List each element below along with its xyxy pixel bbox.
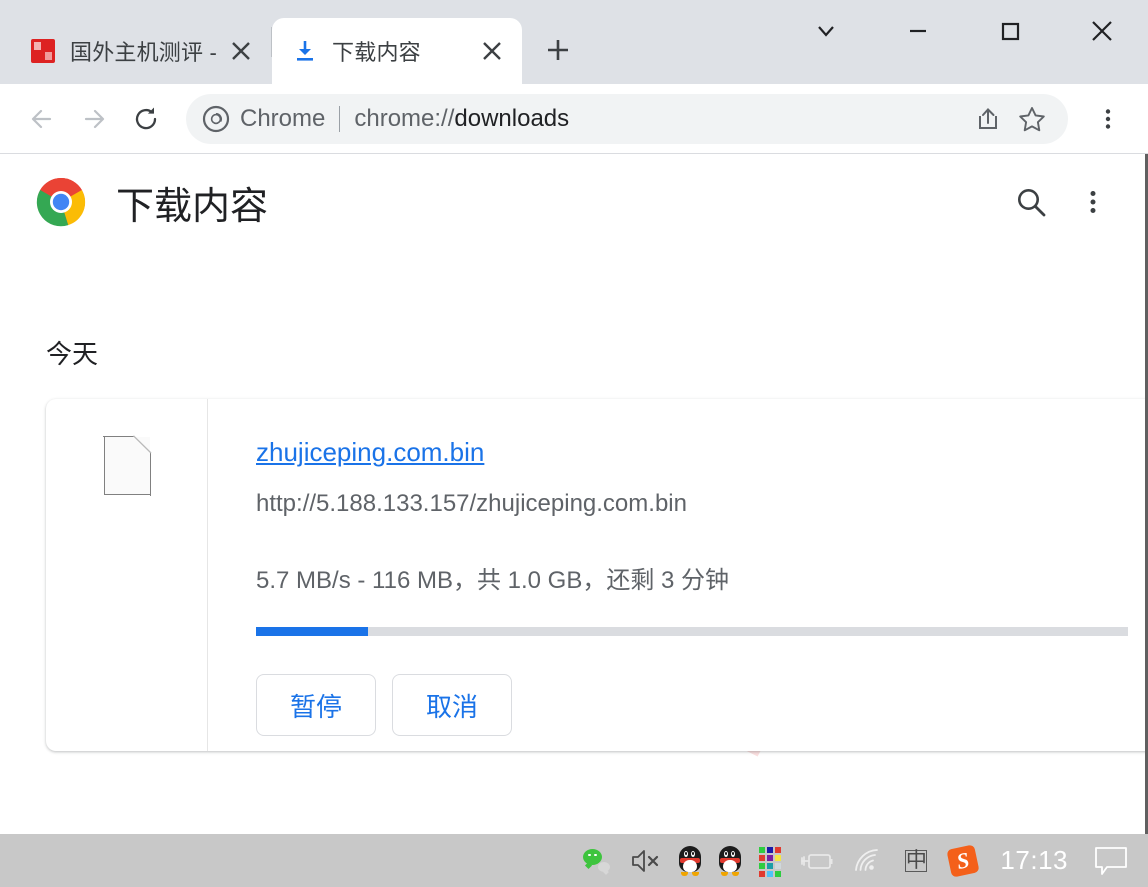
- close-icon: [483, 42, 501, 60]
- tab-title: 下载内容: [332, 40, 421, 65]
- downloads-page-header: 下载内容: [0, 154, 1145, 250]
- omnibox-divider: [339, 105, 341, 132]
- chrome-chip: Chrome: [202, 105, 325, 133]
- browser-menu-button[interactable]: [1084, 95, 1132, 143]
- back-button[interactable]: [16, 93, 68, 145]
- maximize-icon: [1001, 22, 1020, 41]
- window-caption-buttons: [780, 0, 1148, 62]
- chrome-chip-label: Chrome: [240, 104, 326, 132]
- qq-penguin-icon-2[interactable]: [710, 834, 750, 887]
- plus-icon: [548, 40, 569, 60]
- color-grid-icon[interactable]: [750, 834, 790, 887]
- tab-close-icon[interactable]: [225, 35, 257, 67]
- generic-file-icon: [103, 435, 151, 496]
- url-scheme: chrome://: [354, 104, 455, 132]
- download-file-icon-column: [46, 399, 208, 751]
- chrome-logo: [36, 177, 86, 227]
- taskbar-clock[interactable]: 17:13: [986, 845, 1084, 876]
- address-bar[interactable]: Chrome chrome://downloads: [186, 93, 1068, 144]
- pause-button[interactable]: 暂停: [256, 674, 376, 736]
- arrow-right-icon: [84, 109, 105, 128]
- minimize-icon: [910, 29, 926, 33]
- tab-downloads[interactable]: 下载内容: [272, 18, 523, 84]
- downloads-more-menu-icon[interactable]: [1069, 178, 1117, 226]
- reload-button[interactable]: [120, 93, 172, 145]
- forward-button[interactable]: [68, 93, 120, 145]
- tab-guowai-zhuji-ceping[interactable]: 国外主机测评 -: [10, 18, 271, 84]
- star-icon[interactable]: [1010, 97, 1054, 141]
- tab-strip: 国外主机测评 - 下载内容: [0, 0, 1148, 84]
- close-icon: [1092, 21, 1112, 41]
- battery-charging-icon[interactable]: [790, 834, 842, 887]
- download-item-card: zhujiceping.com.bin http://5.188.133.157…: [46, 399, 1145, 751]
- wechat-icon[interactable]: [574, 834, 620, 887]
- url-host: downloads: [454, 104, 570, 132]
- new-tab-button[interactable]: [536, 28, 580, 72]
- tab-title: 国外主机测评 -: [70, 40, 218, 65]
- minimize-button[interactable]: [872, 0, 964, 62]
- date-group-label: 今天: [46, 339, 99, 369]
- download-icon: [292, 38, 318, 64]
- ime-chinese-icon[interactable]: 中: [892, 834, 940, 887]
- download-progress-fill: [256, 627, 368, 636]
- close-button[interactable]: [1056, 0, 1148, 62]
- downloads-page: zhujiceping.com 下载内容: [0, 154, 1148, 834]
- page-title: 下载内容: [116, 185, 269, 228]
- browser-window: 国外主机测评 - 下载内容 Chrome chrome://downloads …: [0, 0, 1148, 887]
- reload-icon: [135, 107, 157, 129]
- close-icon: [232, 42, 250, 60]
- download-action-buttons: 暂停 取消: [256, 674, 1145, 736]
- chevron-down-icon[interactable]: [780, 0, 872, 62]
- sogou-label: S: [946, 843, 981, 878]
- search-icon[interactable]: [1007, 178, 1055, 226]
- sogou-icon[interactable]: S: [940, 834, 986, 887]
- tab-close-icon[interactable]: [476, 35, 508, 67]
- download-progress-bar: [256, 627, 1128, 636]
- chrome-glyph-icon: [202, 105, 230, 132]
- omnibox-url: chrome://downloads: [354, 105, 966, 133]
- ime-label: 中: [905, 849, 927, 872]
- wifi-icon[interactable]: [842, 834, 892, 887]
- share-icon[interactable]: [966, 97, 1010, 141]
- browser-toolbar: Chrome chrome://downloads: [0, 84, 1148, 154]
- download-status-text: 5.7 MB/s - 116 MB，共 1.0 GB，还剩 3 分钟: [256, 567, 730, 594]
- cancel-button[interactable]: 取消: [392, 674, 512, 736]
- notification-icon[interactable]: [1084, 834, 1138, 887]
- download-details: zhujiceping.com.bin http://5.188.133.157…: [208, 399, 1145, 751]
- maximize-button[interactable]: [964, 0, 1056, 62]
- system-taskbar: 中 S 17:13: [0, 834, 1148, 887]
- qq-penguin-icon[interactable]: [670, 834, 710, 887]
- arrow-left-icon: [31, 109, 52, 128]
- red-seal-favicon-icon: [30, 38, 56, 64]
- download-filename-link[interactable]: zhujiceping.com.bin: [256, 437, 484, 468]
- tab-list: 国外主机测评 - 下载内容: [0, 0, 580, 84]
- three-dot-menu-icon: [1105, 108, 1111, 129]
- download-source-url: http://5.188.133.157/zhujiceping.com.bin: [256, 490, 687, 517]
- speaker-muted-icon[interactable]: [620, 834, 670, 887]
